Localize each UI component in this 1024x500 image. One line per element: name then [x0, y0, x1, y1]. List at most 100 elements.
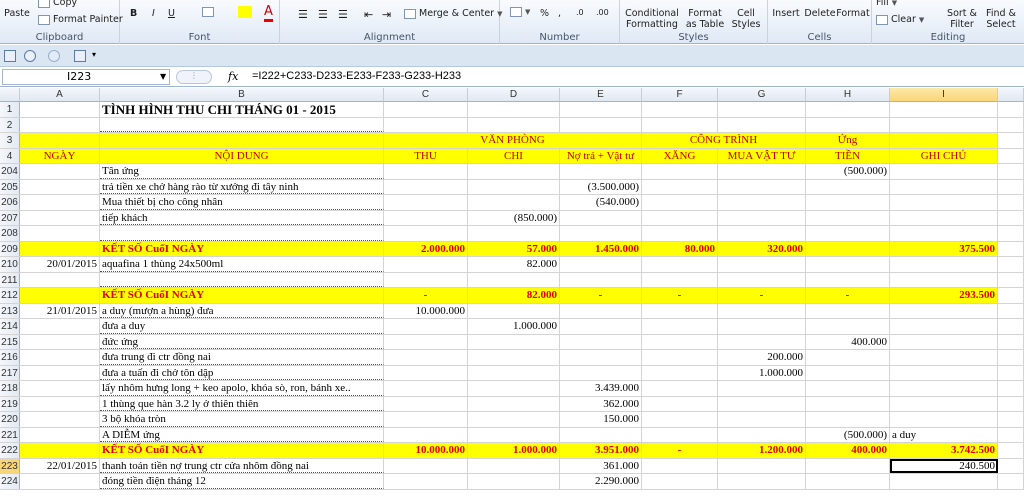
find-select-button[interactable]: Find & Select [982, 8, 1020, 30]
cell-d208[interactable] [468, 226, 560, 241]
cell-a205[interactable] [20, 179, 100, 194]
align-right-icon[interactable]: ☰ [338, 8, 348, 21]
sort-filter-button[interactable]: Sort & Filter [944, 8, 980, 30]
cell-c4[interactable]: THU [384, 148, 468, 163]
cell-d1[interactable] [468, 102, 560, 117]
cell-h206[interactable] [806, 195, 890, 210]
cell-f2[interactable] [642, 117, 718, 132]
row-header[interactable]: 212 [0, 288, 20, 303]
cell-j3[interactable] [998, 133, 1024, 148]
italic-button[interactable]: I [152, 8, 155, 19]
col-header-g[interactable]: G [718, 88, 806, 102]
cell-a2[interactable] [20, 117, 100, 132]
cell-d211[interactable] [468, 272, 560, 287]
cell-f215[interactable] [642, 334, 718, 349]
cell-b208[interactable] [100, 226, 384, 241]
cell-g223[interactable] [718, 458, 806, 473]
cell-e221[interactable] [560, 427, 642, 442]
cell-g210[interactable] [718, 257, 806, 272]
fill-color-icon[interactable] [238, 6, 252, 18]
cell-b217[interactable]: đưa a tuấn đi chở tôn dập [100, 365, 384, 380]
cell-g218[interactable] [718, 381, 806, 396]
cell-f206[interactable] [642, 195, 718, 210]
cell-h205[interactable] [806, 179, 890, 194]
paste-button[interactable]: Paste [2, 8, 32, 19]
cell-a221[interactable] [20, 427, 100, 442]
cell-c206[interactable] [384, 195, 468, 210]
cell-a217[interactable] [20, 365, 100, 380]
cell-ce3[interactable]: VĂN PHÒNG [384, 133, 642, 148]
cell-e216[interactable] [560, 350, 642, 365]
cell-h216[interactable] [806, 350, 890, 365]
underline-button[interactable]: U [168, 8, 175, 19]
cell-a207[interactable] [20, 210, 100, 225]
cell-g212[interactable]: - [718, 288, 806, 303]
cell-i215[interactable] [890, 334, 998, 349]
cell-f4[interactable]: XĂNG [642, 148, 718, 163]
cell-d213[interactable] [468, 303, 560, 318]
cell-h217[interactable] [806, 365, 890, 380]
cell-b205[interactable]: trả tiền xe chở hàng rào từ xưởng đi tây… [100, 179, 384, 194]
cell-c216[interactable] [384, 350, 468, 365]
cell-g222[interactable]: 1.200.000 [718, 443, 806, 458]
merge-center-button[interactable]: Merge & Center ▼ [404, 8, 503, 19]
cell-b219[interactable]: 1 thùng que hàn 3.2 ly ở thiên thiên [100, 396, 384, 411]
cell-f222[interactable]: - [642, 443, 718, 458]
select-all-corner[interactable] [0, 88, 20, 102]
cell-d220[interactable] [468, 412, 560, 427]
percent-button[interactable]: % [540, 8, 549, 19]
cell-f216[interactable] [642, 350, 718, 365]
cell-j216[interactable] [998, 350, 1024, 365]
cell-f219[interactable] [642, 396, 718, 411]
cell-j204[interactable] [998, 164, 1024, 179]
cell-j211[interactable] [998, 272, 1024, 287]
cell-f209[interactable]: 80.000 [642, 241, 718, 256]
cell-c219[interactable] [384, 396, 468, 411]
clear-button[interactable]: Clear ▼ [876, 14, 924, 25]
cell-h220[interactable] [806, 412, 890, 427]
cell-e223[interactable]: 361.000 [560, 458, 642, 473]
cell-d218[interactable] [468, 381, 560, 396]
cell-f212[interactable]: - [642, 288, 718, 303]
cell-b209[interactable]: KẾT SỐ CuốI NGÀY [100, 241, 384, 256]
row-header[interactable]: 210 [0, 257, 20, 272]
cell-g209[interactable]: 320.000 [718, 241, 806, 256]
cell-f223[interactable] [642, 458, 718, 473]
decrease-decimal-button[interactable]: .00 [596, 8, 609, 17]
cell-d221[interactable] [468, 427, 560, 442]
cell-e218[interactable]: 3.439.000 [560, 381, 642, 396]
cell-c209[interactable]: 2.000.000 [384, 241, 468, 256]
cell-j206[interactable] [998, 195, 1024, 210]
cell-i209[interactable]: 375.500 [890, 241, 998, 256]
cell-a211[interactable] [20, 272, 100, 287]
row-header[interactable]: 223 [0, 458, 20, 473]
cell-i4[interactable]: GHI CHÚ [890, 148, 998, 163]
cell-b222[interactable]: KẾT SỐ CuốI NGÀY [100, 443, 384, 458]
cell-e207[interactable] [560, 210, 642, 225]
cell-c204[interactable] [384, 164, 468, 179]
cell-i210[interactable] [890, 257, 998, 272]
cell-b204[interactable]: Tân ứng [100, 164, 384, 179]
cell-i2[interactable] [890, 117, 998, 132]
cell-j205[interactable] [998, 179, 1024, 194]
cell-f1[interactable] [642, 102, 718, 117]
cell-f213[interactable] [642, 303, 718, 318]
cell-g2[interactable] [718, 117, 806, 132]
row-header[interactable]: 211 [0, 272, 20, 287]
cell-i211[interactable] [890, 272, 998, 287]
cell-h3[interactable]: Ứng [806, 133, 890, 148]
row-header[interactable]: 219 [0, 396, 20, 411]
cell-d210[interactable]: 82.000 [468, 257, 560, 272]
cell-g207[interactable] [718, 210, 806, 225]
cell-b207[interactable]: tiếp khách [100, 210, 384, 225]
cell-f217[interactable] [642, 365, 718, 380]
cell-c207[interactable] [384, 210, 468, 225]
row-header[interactable]: 208 [0, 226, 20, 241]
cell-j212[interactable] [998, 288, 1024, 303]
cell-g208[interactable] [718, 226, 806, 241]
name-box[interactable]: I223 [2, 69, 170, 85]
cell-i223[interactable]: 240.500 [890, 458, 998, 473]
cell-c221[interactable] [384, 427, 468, 442]
cell-f210[interactable] [642, 257, 718, 272]
cell-j210[interactable] [998, 257, 1024, 272]
